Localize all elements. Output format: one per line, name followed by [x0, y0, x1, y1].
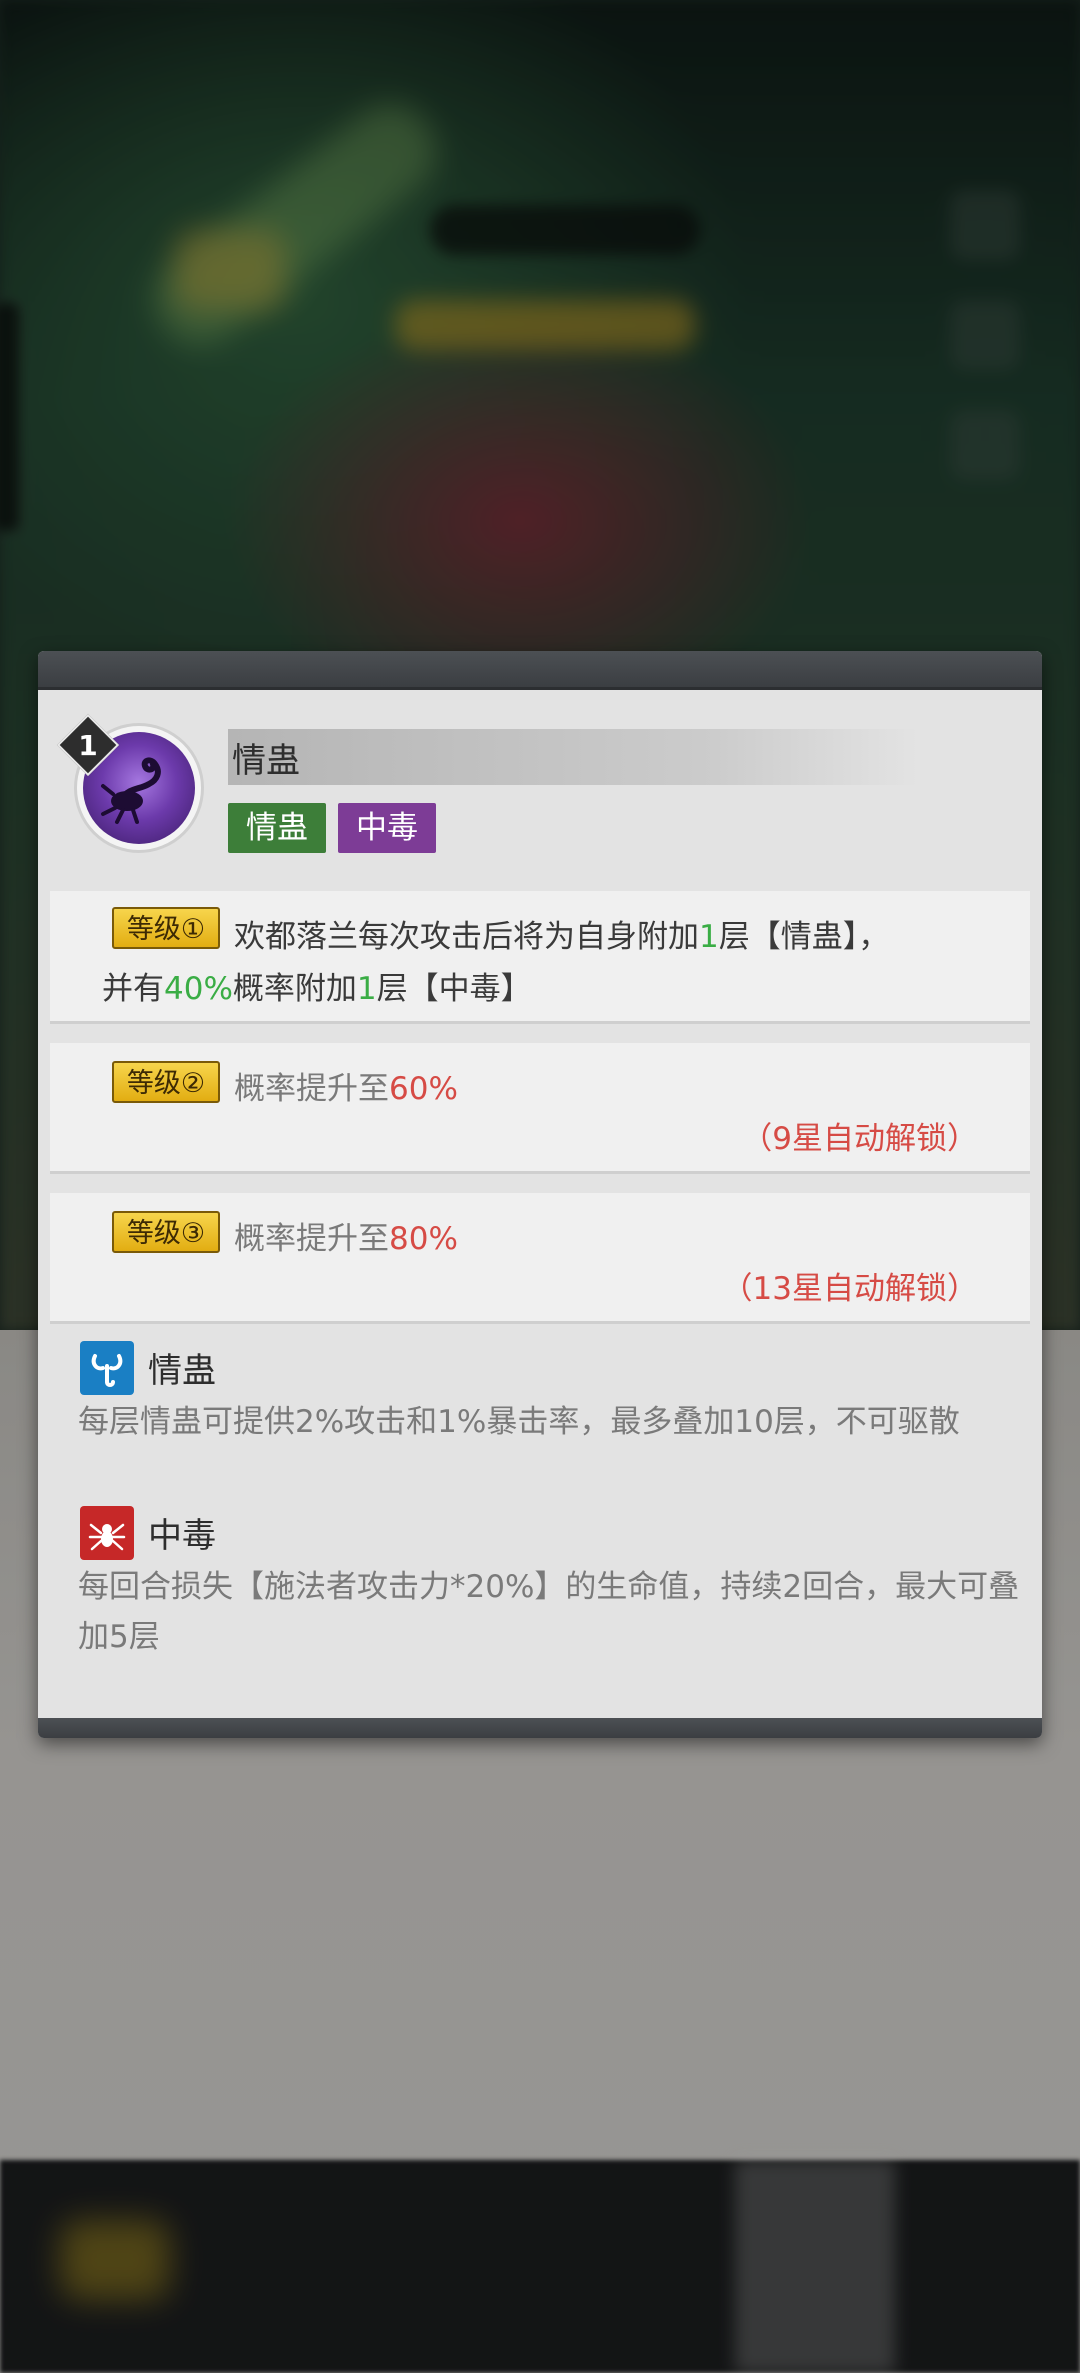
skill-detail-dialog: 1 情蛊 情蛊 中毒 等级① 欢都落兰每次攻击后将为自身附加1层【情蛊】， 并有…: [38, 651, 1042, 1738]
level-3-line: 概率提升至80%: [234, 1221, 458, 1257]
level-2-tag: 等级②: [112, 1061, 220, 1103]
tag-qinggu: 情蛊: [228, 803, 326, 853]
level-2-line: 概率提升至60%: [234, 1071, 458, 1107]
level-2-unlock-note: （9星自动解锁）: [741, 1121, 978, 1157]
buff-1-name: 情蛊: [148, 1351, 216, 1391]
skill-title-bar: [228, 729, 918, 785]
dialog-footer-bar: [38, 1718, 1042, 1738]
level-2-box: 等级② 概率提升至60% （9星自动解锁）: [50, 1043, 1030, 1174]
spider-buff-icon: [80, 1506, 134, 1560]
dialog-header-bar: [38, 651, 1042, 690]
level-1-line-2: 并有40%概率附加1层【中毒】: [102, 971, 532, 1007]
level-3-unlock-note: （13星自动解锁）: [721, 1271, 978, 1307]
level-1-box: 等级① 欢都落兰每次攻击后将为自身附加1层【情蛊】， 并有40%概率附加1层【中…: [50, 891, 1030, 1024]
skill-level-number: 1: [78, 728, 98, 762]
level-1-line-1: 欢都落兰每次攻击后将为自身附加1层【情蛊】，: [234, 919, 890, 955]
level-1-tag: 等级①: [112, 907, 220, 949]
scorpion-buff-icon: [80, 1341, 134, 1395]
buff-2-description: 每回合损失【施法者攻击力*20%】的生命值，持续2回合，最大可叠加5层: [78, 1569, 1020, 1655]
buff-2-name: 中毒: [148, 1516, 216, 1556]
level-3-box: 等级③ 概率提升至80% （13星自动解锁）: [50, 1193, 1030, 1324]
level-3-tag: 等级③: [112, 1211, 220, 1253]
buff-1-description: 每层情蛊可提供2%攻击和1%暴击率，最多叠加10层，不可驱散: [78, 1404, 960, 1440]
skill-title: 情蛊: [232, 741, 300, 781]
tag-poison: 中毒: [338, 803, 436, 853]
